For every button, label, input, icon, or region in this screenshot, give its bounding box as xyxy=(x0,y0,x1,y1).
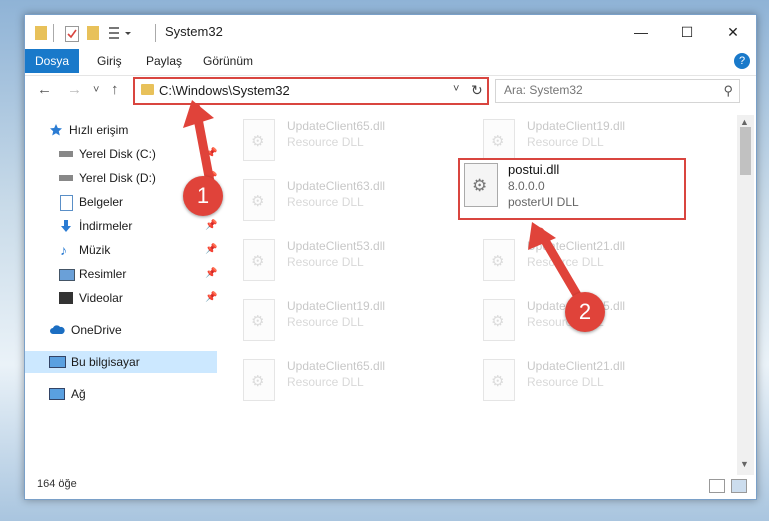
step-badge-1: 1 xyxy=(183,176,223,216)
step-badge-2: 2 xyxy=(565,292,605,332)
annotation-arrows xyxy=(183,100,585,305)
